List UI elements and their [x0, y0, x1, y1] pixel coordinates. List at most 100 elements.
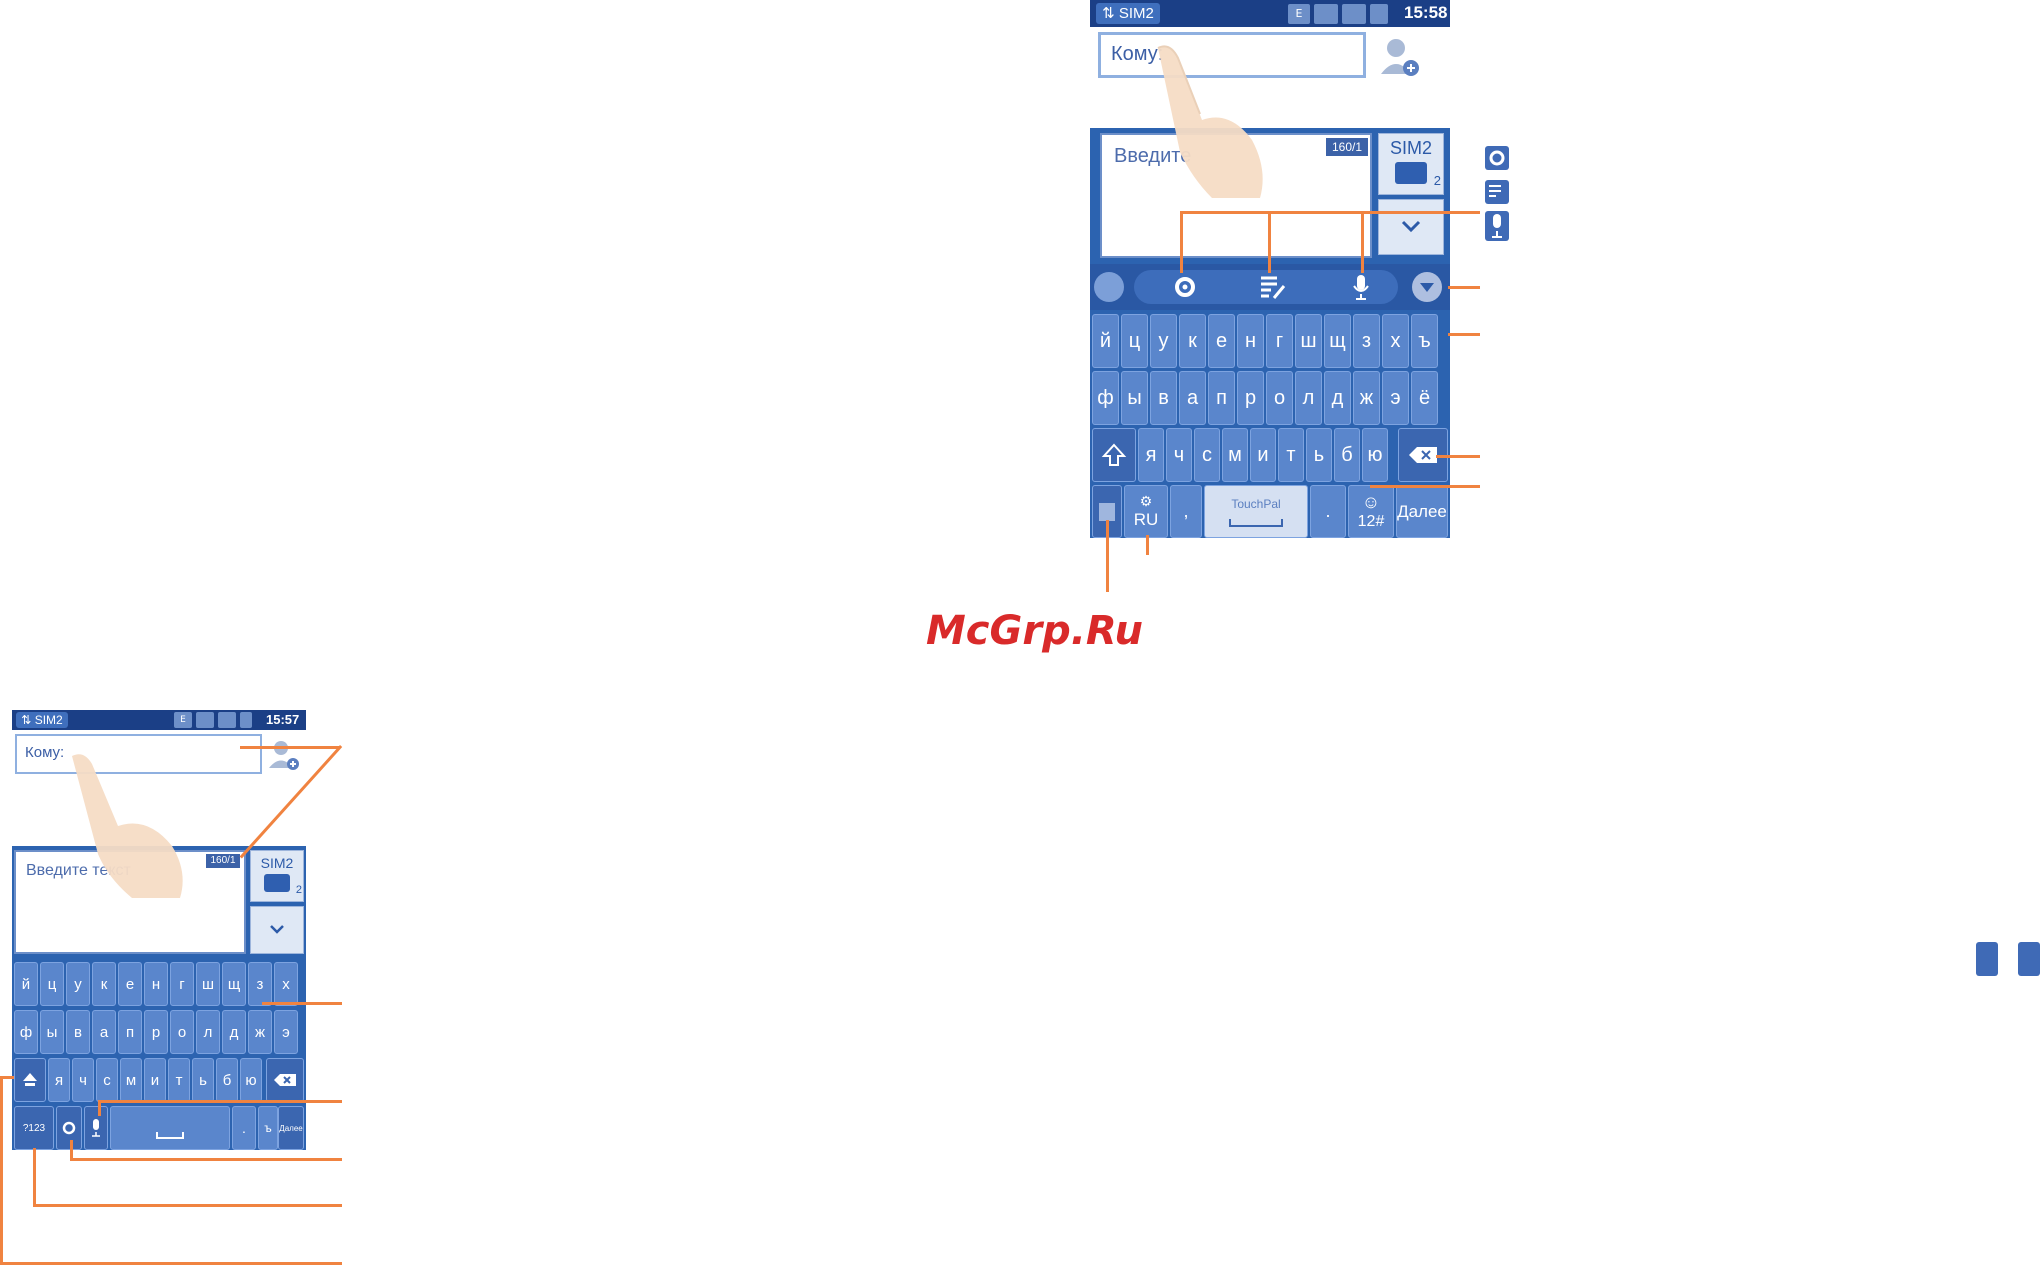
letter-key[interactable]: г	[1266, 314, 1293, 368]
letter-key[interactable]: х	[1382, 314, 1409, 368]
letter-key[interactable]: б	[1334, 428, 1360, 482]
letter-key[interactable]: л	[1295, 371, 1322, 425]
letter-key[interactable]: п	[118, 1010, 142, 1054]
letter-key[interactable]: с	[96, 1058, 118, 1102]
letter-key[interactable]: в	[66, 1010, 90, 1054]
letter-key[interactable]: м	[1222, 428, 1248, 482]
settings-key[interactable]	[56, 1106, 82, 1150]
letter-key[interactable]: щ	[1324, 314, 1351, 368]
letter-key[interactable]: ч	[1166, 428, 1192, 482]
letter-key[interactable]: п	[1208, 371, 1235, 425]
letter-key[interactable]: ы	[1121, 371, 1148, 425]
next-key[interactable]: Далее	[1396, 485, 1448, 538]
letter-key[interactable]: е	[118, 962, 142, 1006]
status-bar: ⇅ SIM2 E 15:58	[1090, 0, 1450, 27]
letter-key[interactable]: ж	[248, 1010, 272, 1054]
letter-key[interactable]: й	[14, 962, 38, 1006]
letter-key[interactable]: ч	[72, 1058, 94, 1102]
letter-key[interactable]: й	[1092, 314, 1119, 368]
voice-key[interactable]	[84, 1106, 108, 1150]
space-key[interactable]	[110, 1106, 230, 1150]
letter-key[interactable]: б	[216, 1058, 238, 1102]
letter-key[interactable]: ю	[1362, 428, 1388, 482]
letter-key[interactable]: к	[1179, 314, 1206, 368]
letter-key[interactable]: р	[144, 1010, 168, 1054]
letter-key[interactable]: ц	[1121, 314, 1148, 368]
letter-key[interactable]: т	[168, 1058, 190, 1102]
letter-key[interactable]: а	[1179, 371, 1206, 425]
letter-key[interactable]: з	[248, 962, 272, 1006]
key-row-1: йцукенгшщзхъ	[1092, 314, 1448, 368]
shift-key[interactable]	[14, 1058, 46, 1102]
signal-icon	[1314, 4, 1338, 24]
letter-key[interactable]: ё	[1411, 371, 1438, 425]
period-key[interactable]: .	[1310, 485, 1346, 538]
letter-key[interactable]: л	[196, 1010, 220, 1054]
touchpal-logo-icon[interactable]	[1094, 272, 1124, 302]
letter-key[interactable]: ж	[1353, 371, 1380, 425]
letter-key[interactable]: ф	[14, 1010, 38, 1054]
edit-text-icon[interactable]	[1256, 272, 1288, 302]
letter-key[interactable]: т	[1278, 428, 1304, 482]
letter-key[interactable]: и	[144, 1058, 166, 1102]
letter-key[interactable]: ь	[192, 1058, 214, 1102]
letter-key[interactable]: д	[1324, 371, 1351, 425]
letter-key[interactable]: я	[1138, 428, 1164, 482]
microphone-icon[interactable]	[1346, 272, 1376, 302]
add-contact-icon[interactable]	[266, 738, 302, 772]
letter-key[interactable]: ю	[240, 1058, 262, 1102]
letter-key[interactable]: ш	[1295, 314, 1322, 368]
symbols-key[interactable]: ☺ 12#	[1348, 485, 1394, 538]
backspace-key[interactable]	[266, 1058, 304, 1102]
letter-key[interactable]: к	[92, 962, 116, 1006]
expand-button[interactable]	[1378, 199, 1444, 255]
letter-key[interactable]: я	[48, 1058, 70, 1102]
signal-icon	[196, 712, 214, 728]
letter-key[interactable]: з	[1353, 314, 1380, 368]
hard-sign-key[interactable]: ъ	[258, 1106, 278, 1150]
letter-key[interactable]: д	[222, 1010, 246, 1054]
letter-key[interactable]: ы	[40, 1010, 64, 1054]
letter-key[interactable]: а	[92, 1010, 116, 1054]
letter-key[interactable]: у	[1150, 314, 1177, 368]
to-label: Кому:	[25, 744, 65, 761]
letter-key[interactable]: у	[66, 962, 90, 1006]
letter-key[interactable]: ш	[196, 962, 220, 1006]
sim-send-button[interactable]: SIM2 2	[250, 850, 304, 902]
shift-key[interactable]	[1092, 428, 1136, 482]
letter-key[interactable]: и	[1250, 428, 1276, 482]
space-key[interactable]: TouchPal	[1204, 485, 1308, 538]
letter-key[interactable]: м	[120, 1058, 142, 1102]
letter-key[interactable]: э	[1382, 371, 1409, 425]
comma-key[interactable]: ,	[1170, 485, 1202, 538]
sim-send-button[interactable]: SIM2 2	[1378, 133, 1444, 195]
letter-key[interactable]: щ	[222, 962, 246, 1006]
collapse-keyboard-icon[interactable]	[1412, 272, 1442, 302]
letter-key[interactable]: э	[274, 1010, 298, 1054]
letter-key[interactable]: ь	[1306, 428, 1332, 482]
letter-key[interactable]: о	[170, 1010, 194, 1054]
letter-key[interactable]: ф	[1092, 371, 1119, 425]
settings-icon[interactable]	[1170, 272, 1200, 302]
sim-send-sub: 2	[1433, 173, 1441, 188]
symbols-key[interactable]: ?123	[14, 1106, 54, 1150]
add-contact-icon[interactable]	[1378, 36, 1422, 78]
language-key[interactable]: ⚙ RU	[1124, 485, 1168, 538]
letter-key[interactable]: г	[170, 962, 194, 1006]
letter-key[interactable]: о	[1266, 371, 1293, 425]
letter-key[interactable]: н	[144, 962, 168, 1006]
letter-key[interactable]: с	[1194, 428, 1220, 482]
legend-edit-icon	[1485, 180, 1509, 204]
expand-button[interactable]	[250, 906, 304, 954]
letter-key[interactable]: н	[1237, 314, 1264, 368]
letter-key[interactable]: е	[1208, 314, 1235, 368]
letter-key[interactable]: х	[274, 962, 298, 1006]
period-key[interactable]: .	[232, 1106, 256, 1150]
battery-icon	[240, 712, 252, 728]
callout-line	[1448, 286, 1480, 289]
letter-key[interactable]: ъ	[1411, 314, 1438, 368]
letter-key[interactable]: в	[1150, 371, 1177, 425]
letter-key[interactable]: ц	[40, 962, 64, 1006]
next-key[interactable]: Далее	[278, 1106, 304, 1150]
letter-key[interactable]: р	[1237, 371, 1264, 425]
